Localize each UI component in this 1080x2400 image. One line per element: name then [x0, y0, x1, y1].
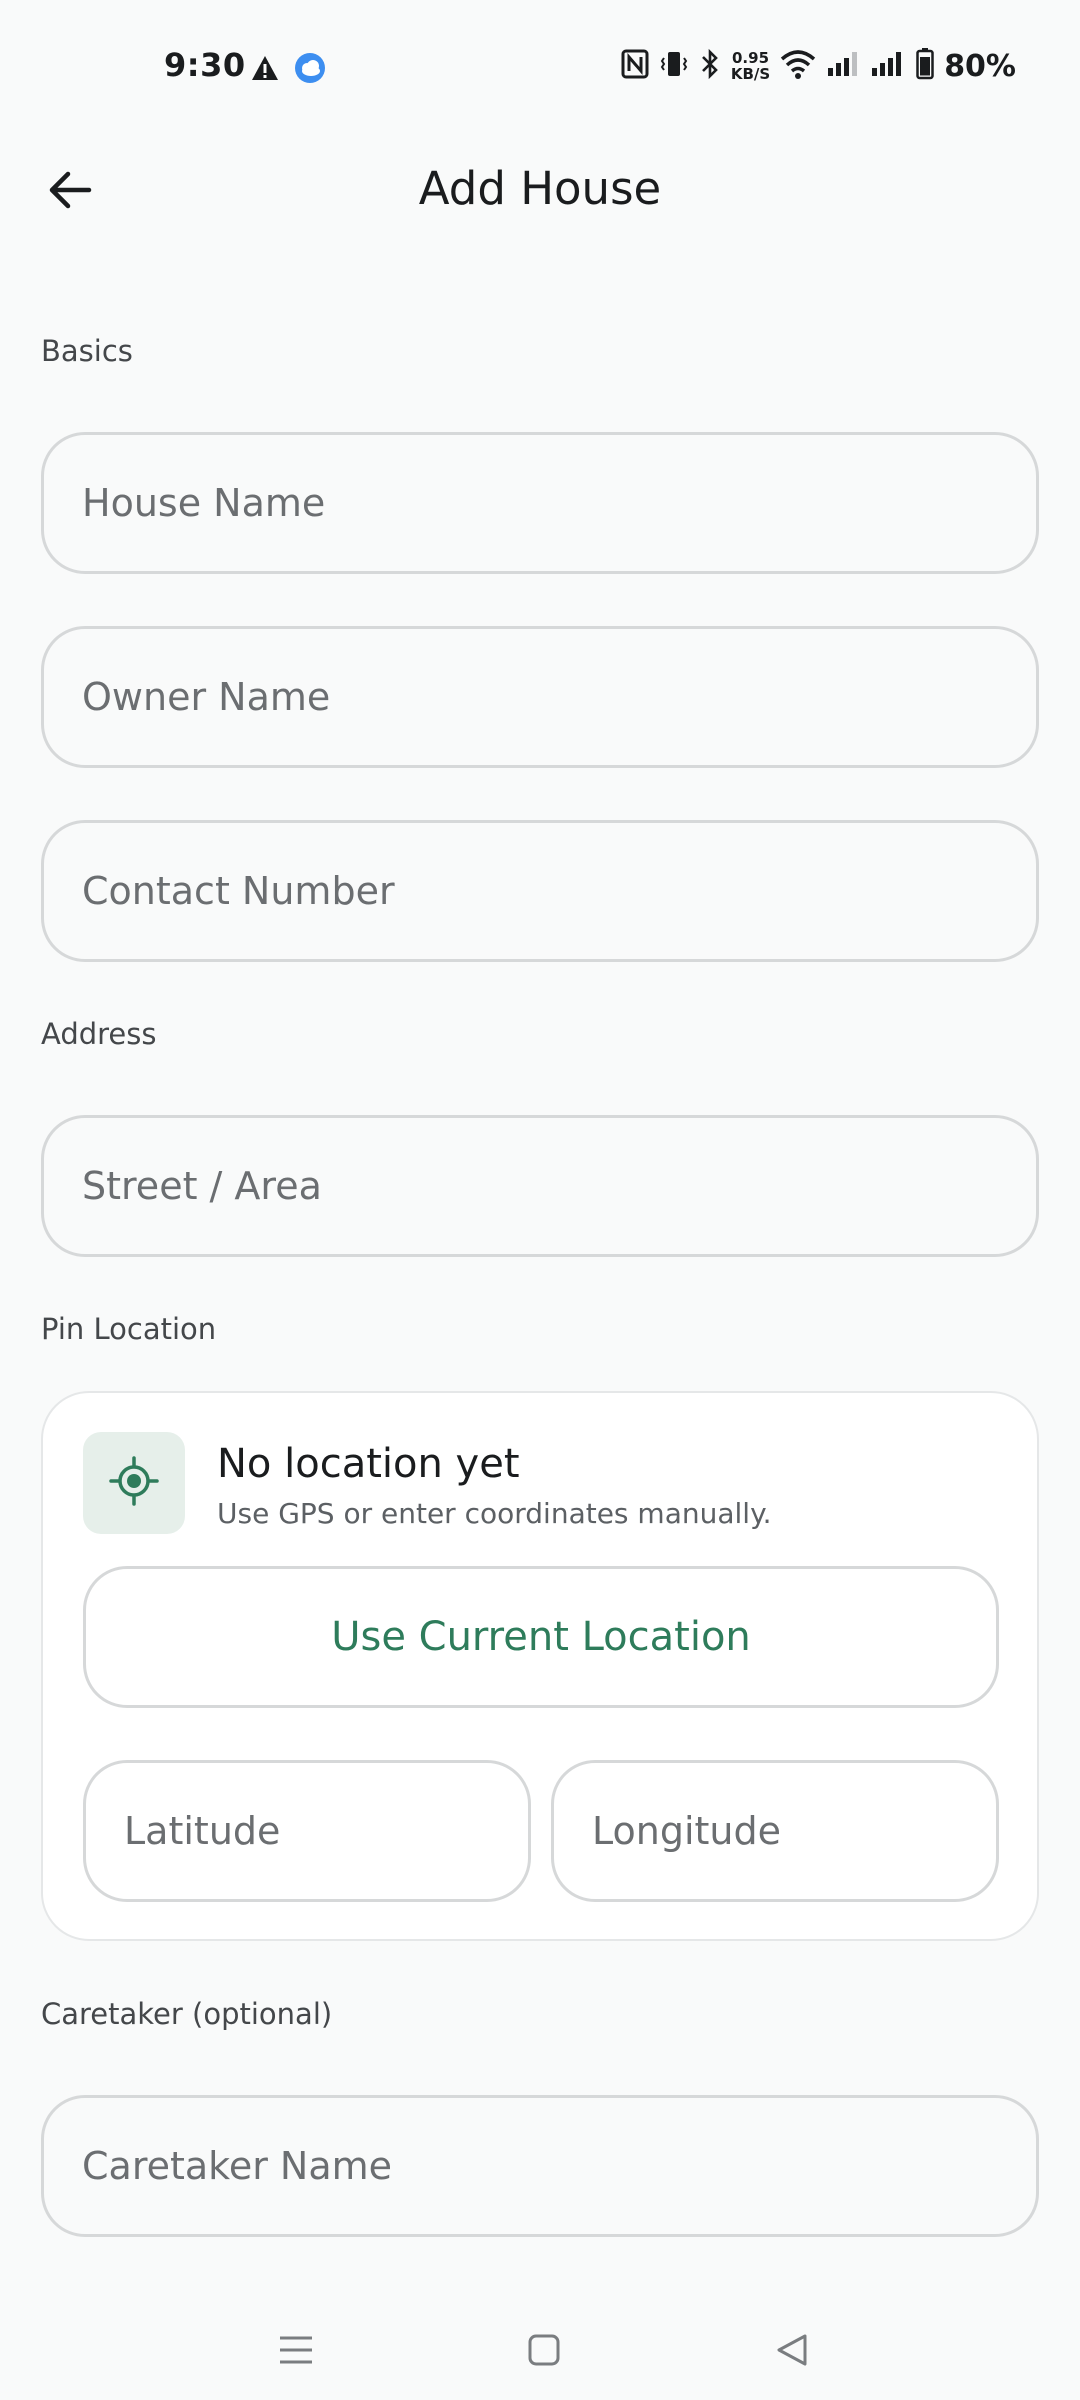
contact-number-placeholder: Contact Number: [82, 869, 395, 913]
location-icon-box: [83, 1432, 185, 1534]
page-title: Add House: [418, 162, 662, 215]
longitude-placeholder: Longitude: [592, 1809, 781, 1853]
network-speed: 0.95 KB/S: [731, 50, 770, 82]
status-bar: 9:30 0.95 KB/S 80%: [0, 0, 1080, 130]
vibrate-icon: [659, 49, 689, 83]
section-label-caretaker: Caretaker (optional): [41, 1997, 333, 2031]
system-back-button[interactable]: [762, 2322, 822, 2382]
owner-name-placeholder: Owner Name: [82, 675, 331, 719]
battery-icon: [916, 48, 934, 84]
status-time: 9:30: [164, 46, 246, 84]
street-area-placeholder: Street / Area: [82, 1164, 322, 1208]
street-area-input[interactable]: Street / Area: [41, 1115, 1039, 1257]
nfc-icon: [621, 49, 649, 83]
back-icon: [775, 2333, 809, 2371]
weather-icon: [294, 52, 326, 88]
location-status-title: No location yet: [217, 1441, 520, 1487]
gps-target-icon: [109, 1456, 159, 1510]
home-icon: [527, 2333, 561, 2371]
section-label-address: Address: [41, 1017, 157, 1051]
app-bar: Add House: [0, 130, 1080, 250]
longitude-input[interactable]: Longitude: [551, 1760, 999, 1902]
battery-percent: 80%: [944, 48, 1016, 84]
home-button[interactable]: [514, 2322, 574, 2382]
add-house-screen: 9:30 0.95 KB/S 80% Add House Basics Hous…: [0, 0, 1080, 2400]
owner-name-input[interactable]: Owner Name: [41, 626, 1039, 768]
menu-icon: [278, 2334, 314, 2370]
signal-icon-2: [870, 50, 906, 82]
signal-icon: [826, 50, 860, 82]
section-label-basics: Basics: [41, 334, 133, 368]
house-name-placeholder: House Name: [82, 481, 326, 525]
caretaker-name-input[interactable]: Caretaker Name: [41, 2095, 1039, 2237]
latitude-input[interactable]: Latitude: [83, 1760, 531, 1902]
speed-unit: KB/S: [730, 65, 771, 83]
status-right-icons: 0.95 KB/S 80%: [621, 48, 1016, 84]
caretaker-name-placeholder: Caretaker Name: [82, 2144, 393, 2188]
section-label-pin-location: Pin Location: [41, 1312, 217, 1346]
system-nav-bar: [0, 2300, 1080, 2400]
bluetooth-icon: [699, 48, 721, 84]
use-current-location-button[interactable]: Use Current Location: [83, 1566, 999, 1708]
alert-icon: [250, 54, 280, 86]
wifi-icon: [780, 49, 816, 83]
latitude-placeholder: Latitude: [124, 1809, 281, 1853]
location-card: No location yet Use GPS or enter coordin…: [41, 1391, 1039, 1941]
speed-value: 0.95: [732, 49, 770, 67]
house-name-input[interactable]: House Name: [41, 432, 1039, 574]
location-status-subtitle: Use GPS or enter coordinates manually.: [217, 1497, 772, 1530]
recents-button[interactable]: [266, 2322, 326, 2382]
contact-number-input[interactable]: Contact Number: [41, 820, 1039, 962]
status-left-icons: [250, 52, 326, 88]
